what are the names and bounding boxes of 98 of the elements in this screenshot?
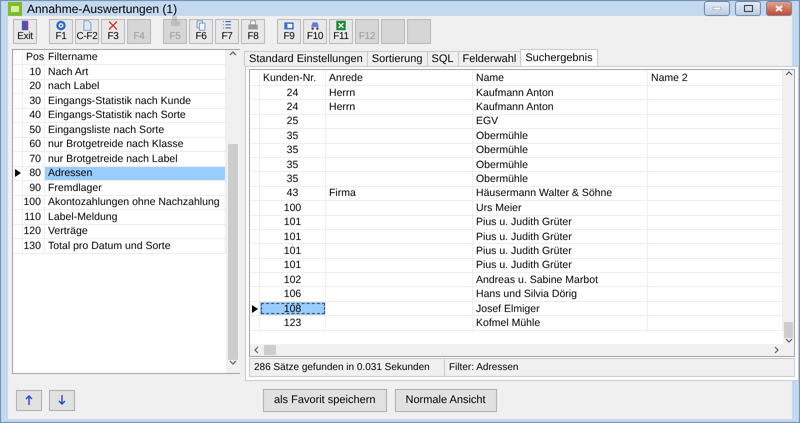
table-cell: Pius u. Judith Grüter <box>473 216 648 229</box>
tab[interactable]: Sortierung <box>366 51 428 66</box>
table-cell: 110 <box>23 210 45 224</box>
scrollbar-thumb[interactable] <box>228 144 238 360</box>
table-cell: Obermühle <box>473 172 648 186</box>
table-cell: 25 <box>260 114 326 128</box>
table-cell: Firma <box>326 186 473 200</box>
table-cell: 101 <box>260 216 326 229</box>
spreadsheet-icon <box>334 20 348 30</box>
table-cell: 100 <box>260 201 326 215</box>
close-icon <box>106 20 120 30</box>
help-icon <box>54 20 68 30</box>
table-cell: 20 <box>23 80 45 93</box>
window-icon <box>282 20 296 30</box>
copy-icon <box>194 20 208 30</box>
table-cell: 106 <box>260 287 326 301</box>
table-cell: Herrn <box>326 100 473 114</box>
scrollbar[interactable] <box>250 344 794 356</box>
toolbar-button[interactable]: F6 <box>189 18 213 44</box>
table-cell: Hans und Silvia Dörig <box>473 287 648 301</box>
tab[interactable]: SQL <box>426 51 459 66</box>
table-cell: 35 <box>260 172 326 186</box>
table-cell: Obermühle <box>473 129 648 143</box>
toolbar-button[interactable]: F1 <box>49 18 73 44</box>
table-cell: 50 <box>23 123 45 136</box>
arrow-up-icon <box>25 395 33 405</box>
table-cell: 35 <box>260 144 326 157</box>
maximize-button[interactable] <box>735 1 761 16</box>
move-up-button[interactable] <box>16 390 42 410</box>
move-down-button[interactable] <box>49 390 75 410</box>
status-text: 286 Sätze gefunden in 0.031 Sekunden <box>250 359 445 376</box>
row-pointer-icon <box>252 304 258 313</box>
table-cell: Obermühle <box>473 144 648 157</box>
table-cell: 40 <box>23 108 45 122</box>
list-icon <box>220 20 234 30</box>
normal-view-button[interactable]: Normale Ansicht <box>394 388 497 412</box>
table-cell: Herrn <box>326 86 473 100</box>
toolbar-button[interactable]: F7 <box>215 18 239 44</box>
minimize-button[interactable] <box>704 1 730 16</box>
close-button[interactable] <box>766 1 792 16</box>
row-pointer-icon <box>14 169 20 178</box>
tab[interactable]: Suchergebnis <box>520 49 598 66</box>
toolbar-button[interactable]: Exit <box>13 18 37 44</box>
scrollbar-thumb[interactable] <box>784 322 793 338</box>
toolbar-button[interactable]: F3 <box>101 18 125 44</box>
table-cell: 101 <box>260 258 326 272</box>
table-cell: 101 <box>260 244 326 258</box>
table-cell: EGV <box>473 114 648 128</box>
table-cell: 24 <box>260 86 326 100</box>
save-favorite-button[interactable]: als Favorit speichern <box>263 388 386 412</box>
table-cell: Häusermann Walter & Söhne <box>473 186 648 200</box>
table-cell: Kaufmann Anton <box>473 86 648 100</box>
status-text: Filter: Adressen <box>448 361 520 375</box>
toolbar-button[interactable]: F11 <box>329 18 353 44</box>
table-cell: Andreas u. Sabine Marbot <box>473 273 648 286</box>
table-cell: 70 <box>23 152 45 166</box>
tab[interactable]: Standard Einstellungen <box>244 51 368 66</box>
table-cell: 24 <box>260 100 326 114</box>
arrow-down-icon <box>58 395 66 405</box>
table-cell: 120 <box>23 224 45 238</box>
table-cell: 60 <box>23 138 45 151</box>
table-cell: Kaufmann Anton <box>473 100 648 114</box>
table-cell: 35 <box>260 158 326 172</box>
table-cell: 101 <box>260 230 326 244</box>
table-cell: Josef Elmiger <box>473 302 648 316</box>
minimize-icon <box>713 7 721 10</box>
app-icon <box>8 2 22 16</box>
table-cell: 35 <box>260 129 326 143</box>
close-icon <box>775 5 783 12</box>
table-cell: 130 <box>23 239 45 252</box>
toolbar-button[interactable]: F8 <box>241 18 265 44</box>
column-header[interactable]: Anrede <box>326 70 473 85</box>
table-cell: 123 <box>260 316 326 330</box>
table-cell: 10 <box>23 65 45 78</box>
maximize-icon <box>744 5 752 12</box>
window-title: Annahme-Auswertungen (1) <box>27 2 178 16</box>
vehicle-icon <box>308 20 322 30</box>
table-cell: 102 <box>260 273 326 286</box>
scrollbar-thumb[interactable] <box>264 345 276 355</box>
table-cell: Kofmel Mühle <box>473 316 648 330</box>
table-cell: 43 <box>260 186 326 200</box>
table-cell: 90 <box>23 181 45 194</box>
table-cell: Urs Meier <box>473 201 648 215</box>
table-cell: Obermühle <box>473 158 648 172</box>
toolbar-button[interactable]: F10 <box>303 18 327 44</box>
table-cell: 30 <box>23 94 45 108</box>
table-cell: 100 <box>23 196 45 209</box>
table-cell: Pius u. Judith Grüter <box>473 258 648 272</box>
printer-icon <box>246 20 260 30</box>
toolbar-button[interactable]: C-F2 <box>75 18 99 44</box>
scrollbar[interactable] <box>226 50 240 373</box>
table-cell: 108 <box>260 302 326 316</box>
stamp-icon <box>168 14 182 28</box>
list-item[interactable]: Adressen <box>45 166 226 180</box>
scrollbar[interactable] <box>783 70 794 344</box>
table-cell: Pius u. Judith Grüter <box>473 230 648 244</box>
toolbar-button[interactable]: F9 <box>277 18 301 44</box>
table-cell: Pius u. Judith Grüter <box>473 244 648 258</box>
